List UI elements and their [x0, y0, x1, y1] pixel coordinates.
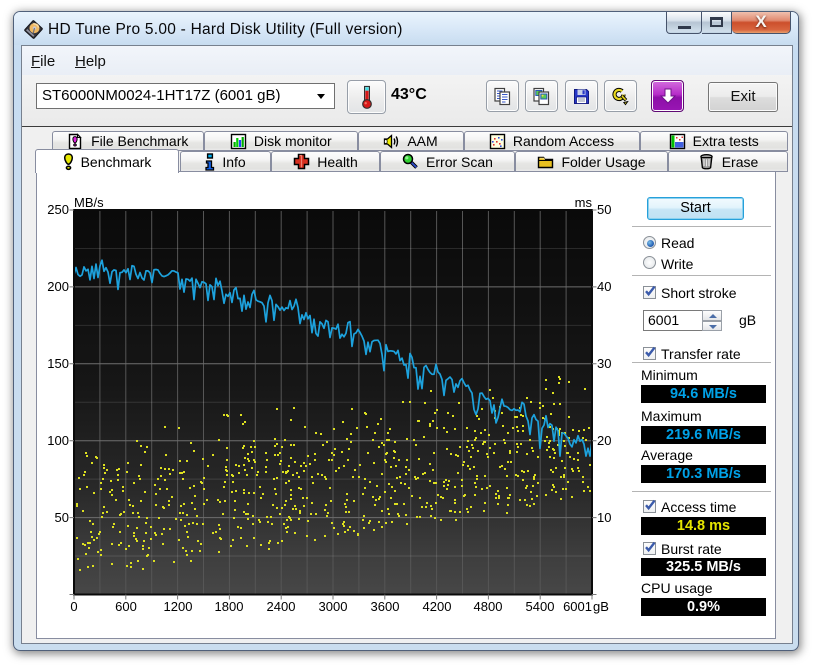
svg-text:2400: 2400: [267, 599, 296, 614]
svg-text:30: 30: [597, 356, 611, 371]
svg-text:20: 20: [597, 433, 611, 448]
svg-text:MB/s: MB/s: [74, 195, 104, 210]
svg-text:250: 250: [47, 202, 69, 217]
svg-text:600: 600: [115, 599, 137, 614]
svg-text:50: 50: [597, 202, 611, 217]
svg-text:3000: 3000: [319, 599, 348, 614]
svg-text:50: 50: [55, 510, 69, 525]
svg-text:40: 40: [597, 279, 611, 294]
svg-text:gB: gB: [593, 599, 609, 614]
svg-text:200: 200: [47, 279, 69, 294]
svg-text:4800: 4800: [474, 599, 503, 614]
svg-text:3600: 3600: [371, 599, 400, 614]
svg-text:1200: 1200: [164, 599, 193, 614]
svg-text:5400: 5400: [526, 599, 555, 614]
svg-text:4200: 4200: [423, 599, 452, 614]
svg-text:150: 150: [47, 356, 69, 371]
svg-text:10: 10: [597, 510, 611, 525]
svg-text:0: 0: [70, 599, 77, 614]
svg-text:100: 100: [47, 433, 69, 448]
svg-text:6001: 6001: [563, 599, 592, 614]
svg-text:ms: ms: [575, 195, 593, 210]
svg-text:1800: 1800: [215, 599, 244, 614]
